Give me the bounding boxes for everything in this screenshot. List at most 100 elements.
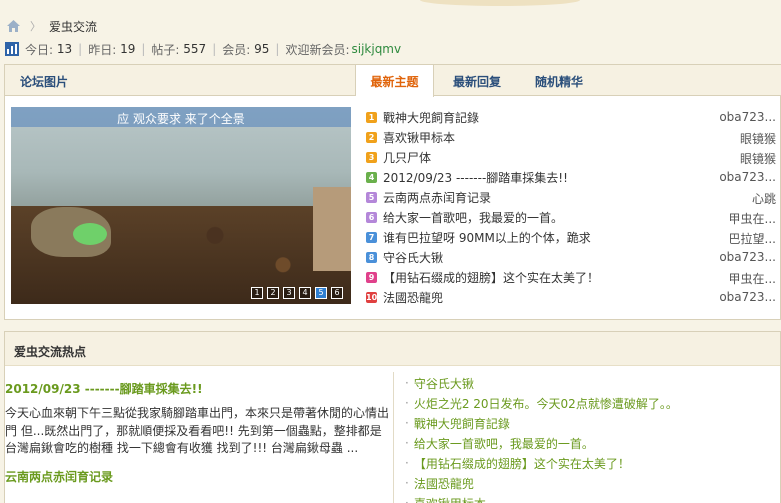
forum-stats: 今日: 13 | 昨日: 19 | 帖子: 557 | 会员: 95 | 欢迎新… <box>5 40 401 58</box>
topic-link[interactable]: 守谷氏大锹 <box>383 249 443 266</box>
stat-members-label: 会员: <box>222 42 251 57</box>
stat-today-label: 今日: <box>25 42 54 57</box>
slide-pager: 123456 <box>251 287 343 299</box>
bullet: · <box>405 376 409 390</box>
topic-link[interactable]: 【用钻石缀成的翅膀】这个实在太美了！ <box>383 269 599 286</box>
bullet: · <box>405 416 409 430</box>
topic-link[interactable]: 几只尸体 <box>383 149 431 166</box>
bar-chart-icon <box>5 42 19 56</box>
home-icon[interactable] <box>6 19 21 33</box>
gallery-slideshow[interactable]: 应 观众要求 来了个全景 123456 <box>11 107 351 304</box>
list-item[interactable]: · 给大家一首歌吧，我最爱的一首。 <box>405 433 678 453</box>
slide-caption[interactable]: 应 观众要求 来了个全景 <box>11 110 351 127</box>
hot-topic-link[interactable]: 火炬之光2 20日发布。今天02点就惨遭破解了。。 <box>414 395 678 412</box>
topic-link[interactable]: 戰神大兜飼育記錄 <box>383 109 479 126</box>
slide-pager-button[interactable]: 5 <box>315 287 327 299</box>
gallery-header: 论坛图片 <box>5 65 356 96</box>
topic-author-link[interactable]: oba723... <box>719 110 776 124</box>
new-member-link[interactable]: sijkjqmv <box>351 42 401 56</box>
rank-badge: 3 <box>366 151 377 163</box>
hot-topic-list: · 守谷氏大锹 · 火炬之光2 20日发布。今天02点就惨遭破解了。。 · 戰神大兜飼育記… <box>405 373 678 503</box>
bullet: · <box>405 396 409 410</box>
rank-badge: 7 <box>366 231 377 243</box>
hot-topic-link[interactable]: 给大家一首歌吧，我最爱的一首。 <box>414 435 594 452</box>
bullet: · <box>405 456 409 470</box>
list-item[interactable]: · 法國恐龍兜 <box>405 473 678 493</box>
stat-posts-value: 557 <box>183 42 207 56</box>
stat-members-value: 95 <box>254 42 270 56</box>
hot-topic-link[interactable]: 【用钻石缀成的翅膀】这个实在太美了！ <box>414 455 630 472</box>
topic-tabs: 最新主题 最新回复 随机精华 <box>356 65 781 97</box>
list-item: 6 给大家一首歌吧，我最爱的一首。 甲虫在... <box>366 207 778 227</box>
gallery-title: 论坛图片 <box>20 75 69 89</box>
slide-pager-button[interactable]: 1 <box>251 287 263 299</box>
list-item[interactable]: · 【用钻石缀成的翅膀】这个实在太美了！ <box>405 453 678 473</box>
topic-link[interactable]: 法國恐龍兜 <box>383 289 443 306</box>
hot-topic-link[interactable]: 喜欢锹甲标本 <box>414 495 486 503</box>
topic-author-link[interactable]: 心跳 <box>752 190 776 207</box>
list-item[interactable]: · 守谷氏大锹 <box>405 373 678 393</box>
topic-author-link[interactable]: 眼镜猴 <box>740 150 776 167</box>
list-item: 5 云南两点赤闰育记录 心跳 <box>366 187 778 207</box>
tab-latest-replies[interactable]: 最新回复 <box>442 65 512 96</box>
slide-pager-button[interactable]: 3 <box>283 287 295 299</box>
divider: | <box>141 42 146 56</box>
list-item: 1 戰神大兜飼育記錄 oba723... <box>366 107 778 127</box>
stat-welcome-label: 欢迎新会员: <box>285 42 350 57</box>
topic-author-link[interactable]: 甲虫在... <box>729 210 776 227</box>
slide-pager-button[interactable]: 2 <box>267 287 279 299</box>
list-item[interactable]: · 火炬之光2 20日发布。今天02点就惨遭破解了。。 <box>405 393 678 413</box>
terrarium-plank <box>313 187 351 271</box>
terrarium-leaf <box>73 223 107 245</box>
hot-topic-link[interactable]: 守谷氏大锹 <box>414 375 474 392</box>
topic-link[interactable]: 云南两点赤闰育记录 <box>383 189 491 206</box>
forum-media-panel: 论坛图片 应 观众要求 来了个全景 123456 最新主题 最新回复 随机精华 … <box>4 64 781 320</box>
topic-author-link[interactable]: 甲虫在... <box>729 270 776 287</box>
divider: | <box>78 42 83 56</box>
topic-link[interactable]: 2012/09/23 -------腳踏車採集去!! <box>383 169 568 186</box>
slide-pager-button[interactable]: 6 <box>331 287 343 299</box>
bullet: · <box>405 476 409 490</box>
rank-badge: 8 <box>366 251 377 263</box>
hot-topic-link[interactable]: 戰神大兜飼育記錄 <box>414 415 510 432</box>
second-post-title[interactable]: 云南两点赤闰育记录 <box>5 468 389 485</box>
rank-badge: 9 <box>366 271 377 283</box>
bullet: · <box>405 436 409 450</box>
topic-list: 1 戰神大兜飼育記錄 oba723... 2 喜欢锹甲标本 眼镜猴 3 几只尸体 眼镜猴 4 201… <box>366 107 778 307</box>
breadcrumb-forum-link[interactable]: 爱虫交流 <box>49 18 97 35</box>
list-item: 2 喜欢锹甲标本 眼镜猴 <box>366 127 778 147</box>
list-item[interactable]: · 戰神大兜飼育記錄 <box>405 413 678 433</box>
topic-author-link[interactable]: 巴拉望... <box>729 230 776 247</box>
stat-yesterday-value: 19 <box>120 42 136 56</box>
stat-today-value: 13 <box>56 42 73 56</box>
list-item: 3 几只尸体 眼镜猴 <box>366 147 778 167</box>
breadcrumb-separator-icon: 〉 <box>30 20 41 33</box>
topic-author-link[interactable]: oba723... <box>719 170 776 184</box>
topic-link[interactable]: 谁有巴拉望呀 90MM以上的个体，跪求 <box>383 229 591 246</box>
tab-random-digest[interactable]: 随机精华 <box>524 65 594 96</box>
stat-posts-label: 帖子: <box>151 42 180 57</box>
topic-link[interactable]: 喜欢锹甲标本 <box>383 129 455 146</box>
bullet: · <box>405 496 409 503</box>
rank-badge: 5 <box>366 191 377 203</box>
rank-badge: 10 <box>366 291 378 303</box>
divider: | <box>275 42 280 56</box>
topic-link[interactable]: 给大家一首歌吧，我最爱的一首。 <box>383 209 563 226</box>
rank-badge: 2 <box>366 131 377 143</box>
hot-topic-link[interactable]: 法國恐龍兜 <box>414 475 474 492</box>
topic-author-link[interactable]: 眼镜猴 <box>740 130 776 147</box>
list-item: 8 守谷氏大锹 oba723... <box>366 247 778 267</box>
stat-yesterday-label: 昨日: <box>88 42 117 57</box>
tab-latest-topics[interactable]: 最新主题 <box>356 65 434 97</box>
list-item[interactable]: · 喜欢锹甲标本 <box>405 493 678 503</box>
divider <box>393 372 394 503</box>
hot-topics-header: 爱虫交流热点 <box>5 332 780 366</box>
topic-author-link[interactable]: oba723... <box>719 290 776 304</box>
list-item: 7 谁有巴拉望呀 90MM以上的个体，跪求 巴拉望... <box>366 227 778 247</box>
divider: | <box>212 42 217 56</box>
rank-badge: 1 <box>366 111 377 123</box>
featured-post: 2012/09/23 -------腳踏車採集去!! 今天心血來朝下午三點從我家… <box>5 380 389 485</box>
slide-pager-button[interactable]: 4 <box>299 287 311 299</box>
topic-author-link[interactable]: oba723... <box>719 250 776 264</box>
featured-post-title[interactable]: 2012/09/23 -------腳踏車採集去!! <box>5 380 389 397</box>
